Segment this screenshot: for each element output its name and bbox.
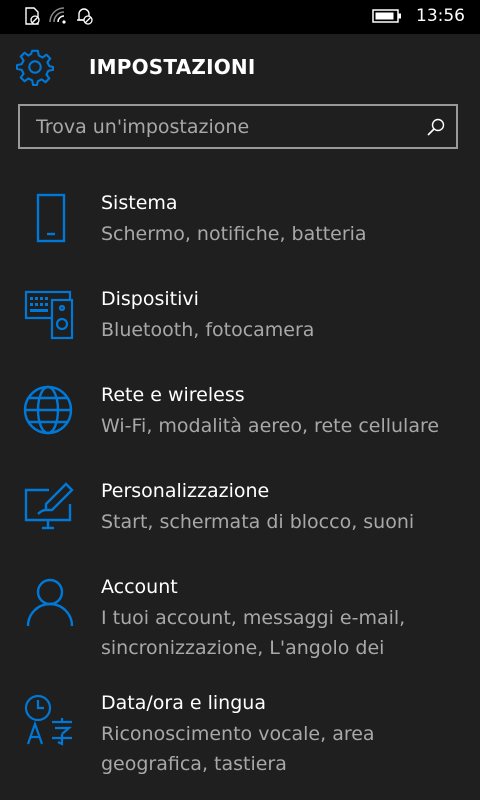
status-bar: 13:56 [0,0,480,34]
settings-item-description: Wi-Fi, modalità aereo, rete cellulare [101,415,440,437]
search-box[interactable] [18,104,458,149]
no-sim-icon [25,7,40,25]
settings-item-title: Data/ora e lingua [101,692,266,714]
settings-item-description: Bluetooth, fotocamera [101,319,315,341]
search-input[interactable] [20,106,420,147]
devices-icon [24,290,74,340]
wifi-off-icon [49,7,66,24]
settings-item-description: Start, schermata di blocco, suoni [101,511,415,533]
settings-item-personalizzazione[interactable]: Personalizzazione Start, schermata di bl… [0,480,480,556]
globe-icon [23,385,73,435]
settings-item-sistema[interactable]: Sistema Schermo, notifiche, batteria [0,192,480,268]
page-title: IMPOSTAZIONI [89,55,256,79]
personalization-icon [24,482,74,530]
time-language-icon [24,694,72,746]
settings-item-title: Sistema [101,192,178,214]
settings-item-data-ora-lingua[interactable]: Data/ora e lingua Riconoscimento vocale,… [0,692,480,788]
search-icon[interactable] [426,117,446,137]
clock: 13:56 [416,6,465,26]
gear-icon [16,49,54,86]
settings-item-description: Riconoscimento vocale, area geografica, … [101,723,375,775]
settings-item-account[interactable]: Account I tuoi account, messaggi e-mail,… [0,576,480,672]
battery-icon [372,9,401,23]
settings-item-dispositivi[interactable]: Dispositivi Bluetooth, fotocamera [0,288,480,364]
settings-item-description: I tuoi account, messaggi e-mail, sincron… [101,607,406,659]
phone-icon [36,193,66,243]
settings-item-title: Rete e wireless [101,384,245,406]
notifications-off-icon [77,8,93,25]
settings-item-title: Personalizzazione [101,480,270,502]
settings-item-description: Schermo, notifiche, batteria [101,223,367,245]
settings-item-title: Account [101,576,178,598]
page-header: IMPOSTAZIONI [0,34,480,100]
settings-item-title: Dispositivi [101,288,199,310]
account-icon [26,578,74,627]
settings-item-rete-wireless[interactable]: Rete e wireless Wi-Fi, modalità aereo, r… [0,384,480,460]
status-icons [22,6,94,26]
